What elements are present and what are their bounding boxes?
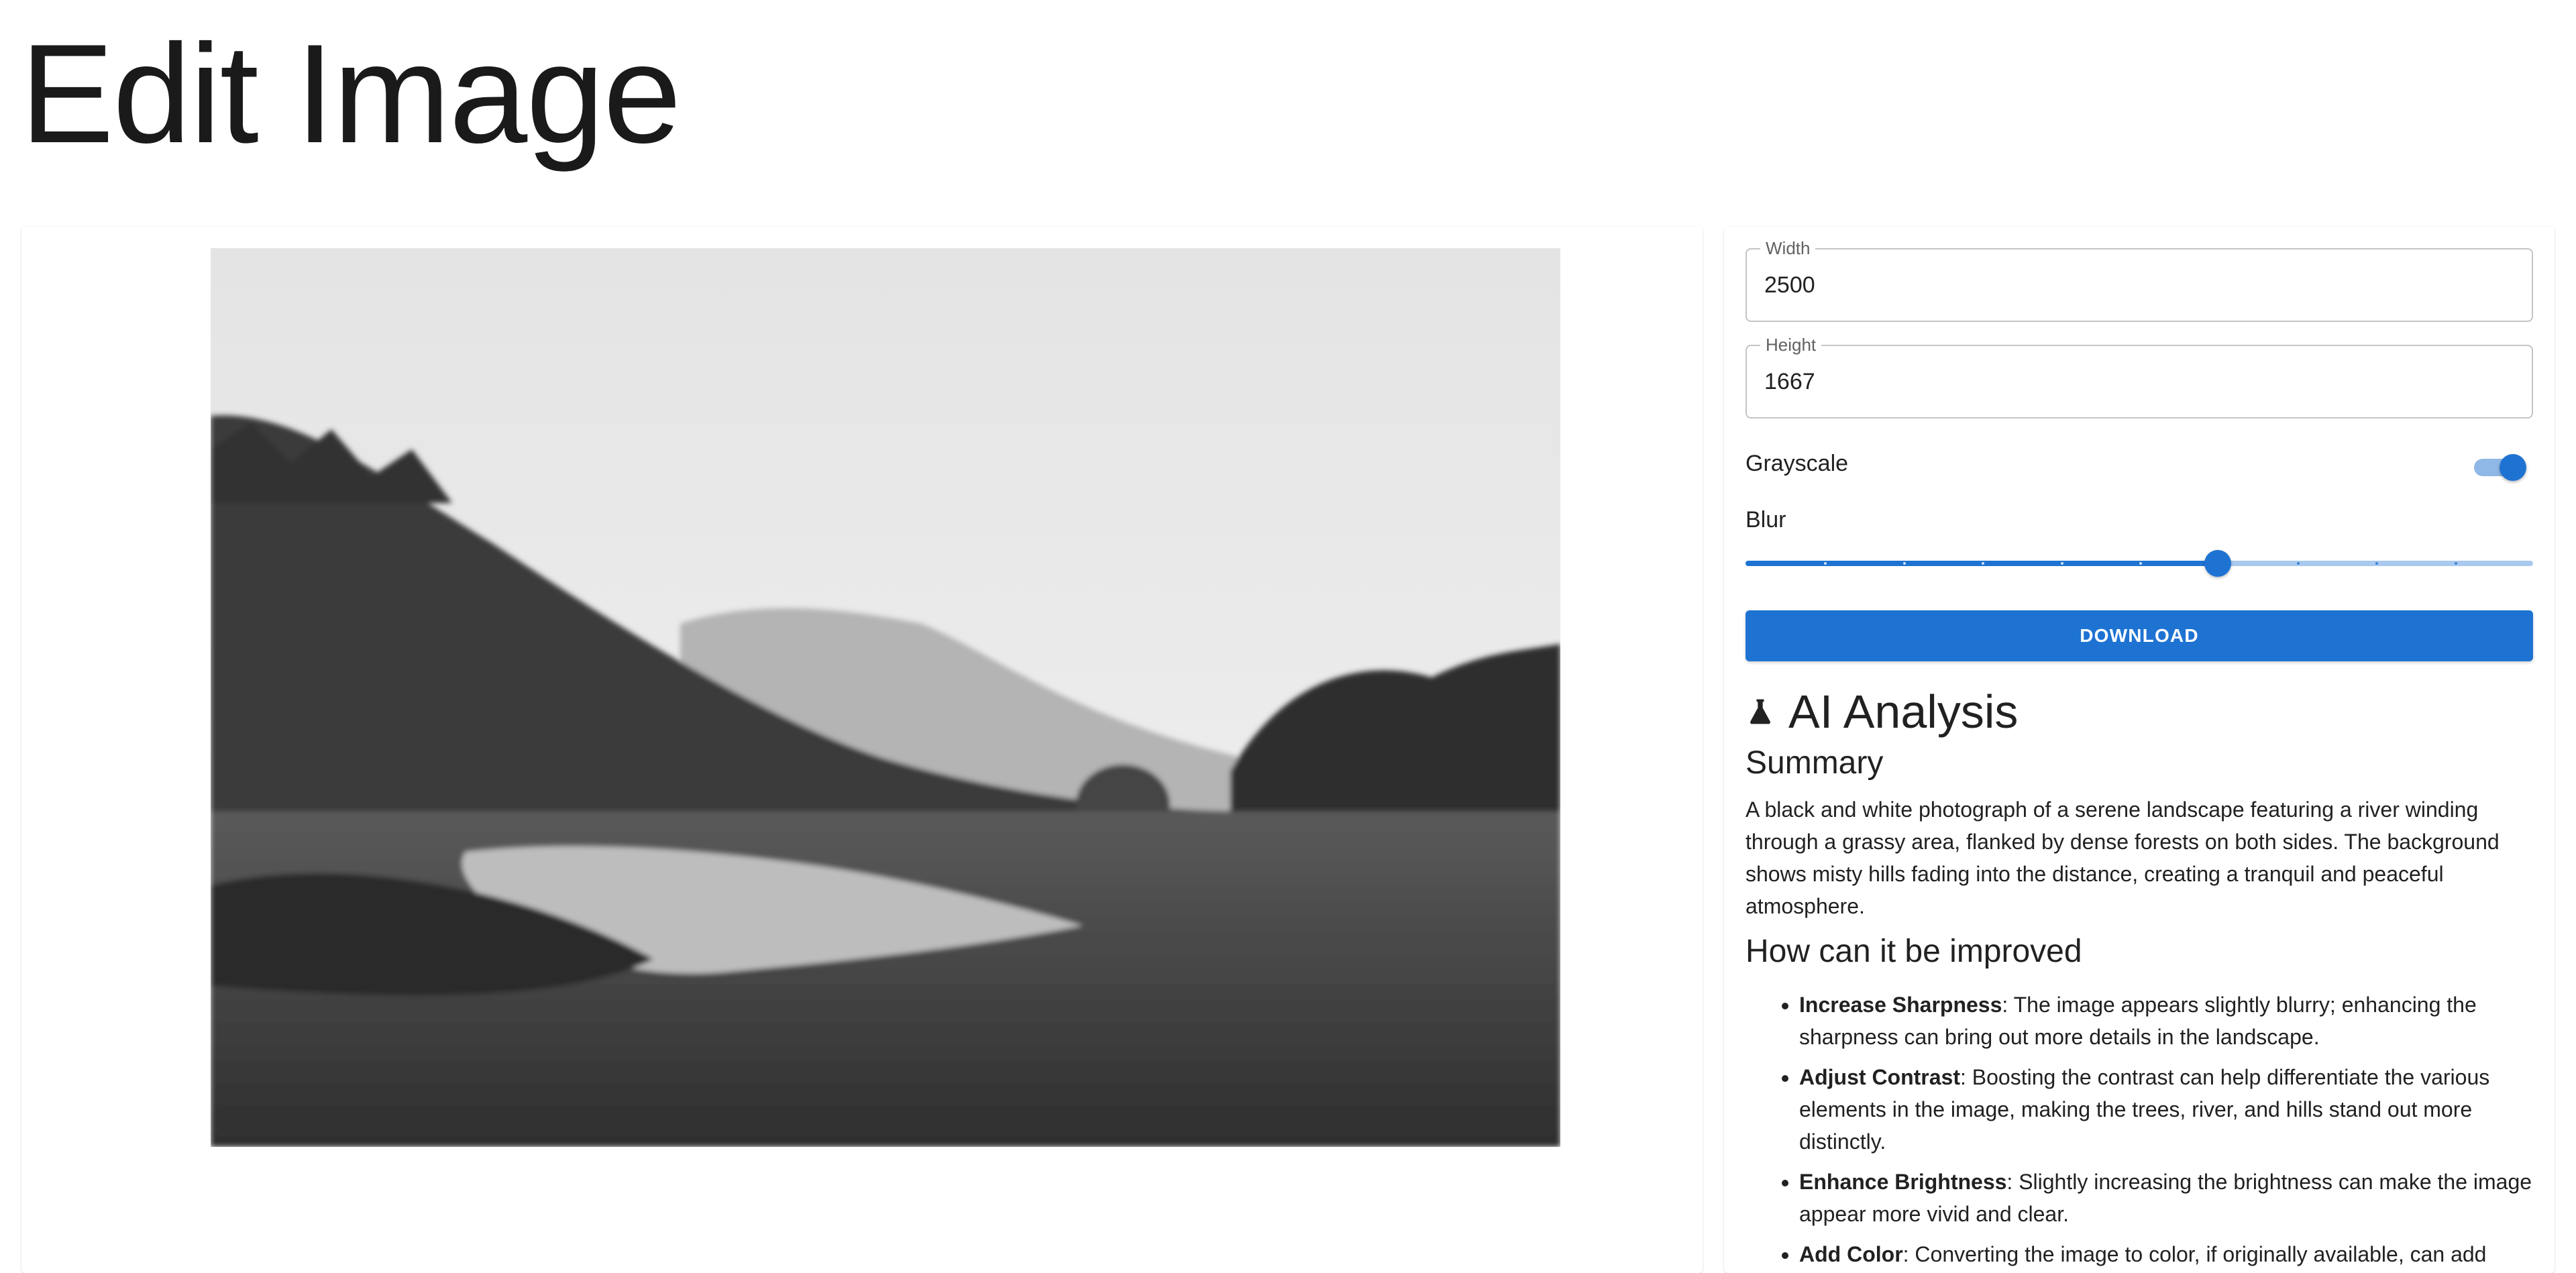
page-title: Edit Image [20,15,682,172]
width-input[interactable] [1764,250,2502,321]
controls-panel: Width Height Grayscale Blur DOWNLOA [1724,227,2555,1273]
landscape-photo [211,248,1560,1147]
improvement-list: Increase Sharpness: The image appears sl… [1746,989,2533,1270]
list-item: Adjust Contrast: Boosting the contrast c… [1799,1061,2533,1158]
summary-text: A black and white photograph of a serene… [1746,797,2500,918]
grayscale-toggle-thumb[interactable] [2500,454,2526,481]
flask-icon [1750,699,1770,724]
list-item: Add Color: Converting the image to color… [1799,1238,2533,1270]
blur-slider-step-mark [2060,562,2063,565]
edit-image-page: Edit Image Width 2500 Height 1667 Graysc… [0,0,2576,1273]
blur-label: Blur [1746,507,1786,533]
blur-slider-step-mark [2454,562,2457,565]
grayscale-row: Grayscale [1746,441,2533,488]
improve-title: How can it be improved [1746,934,2082,969]
improvement-name: Add Color [1799,1242,1903,1266]
list-item: Enhance Brightness: Slightly increasing … [1799,1166,2533,1230]
download-button[interactable]: DOWNLOAD [1746,610,2533,661]
blur-slider[interactable] [1746,543,2533,584]
summary-title: Summary [1746,745,1884,781]
image-preview [211,248,1560,1147]
ai-analysis-heading: AI Analysis [1746,681,2533,742]
blur-slider-step-mark [2139,562,2142,565]
blur-slider-thumb[interactable] [2204,550,2232,577]
height-field: Height [1746,335,2533,419]
improvement-name: Enhance Brightness [1799,1170,2007,1194]
image-preview-card [21,227,1703,1273]
height-input[interactable] [1764,346,2502,417]
blur-slider-step-mark [2296,562,2300,565]
improvement-name: Increase Sharpness [1799,993,2002,1017]
ai-analysis-title: AI Analysis [1788,685,2019,738]
improvement-text: : Converting the image to color, if orig… [1902,1242,2487,1266]
blur-slider-step-mark [1902,562,1906,565]
improvement-name: Adjust Contrast [1799,1065,1960,1089]
list-item: Increase Sharpness: The image appears sl… [1799,989,2533,1053]
width-field: Width [1746,238,2533,322]
grayscale-toggle[interactable] [2474,454,2526,481]
grayscale-label: Grayscale [1746,451,1849,476]
